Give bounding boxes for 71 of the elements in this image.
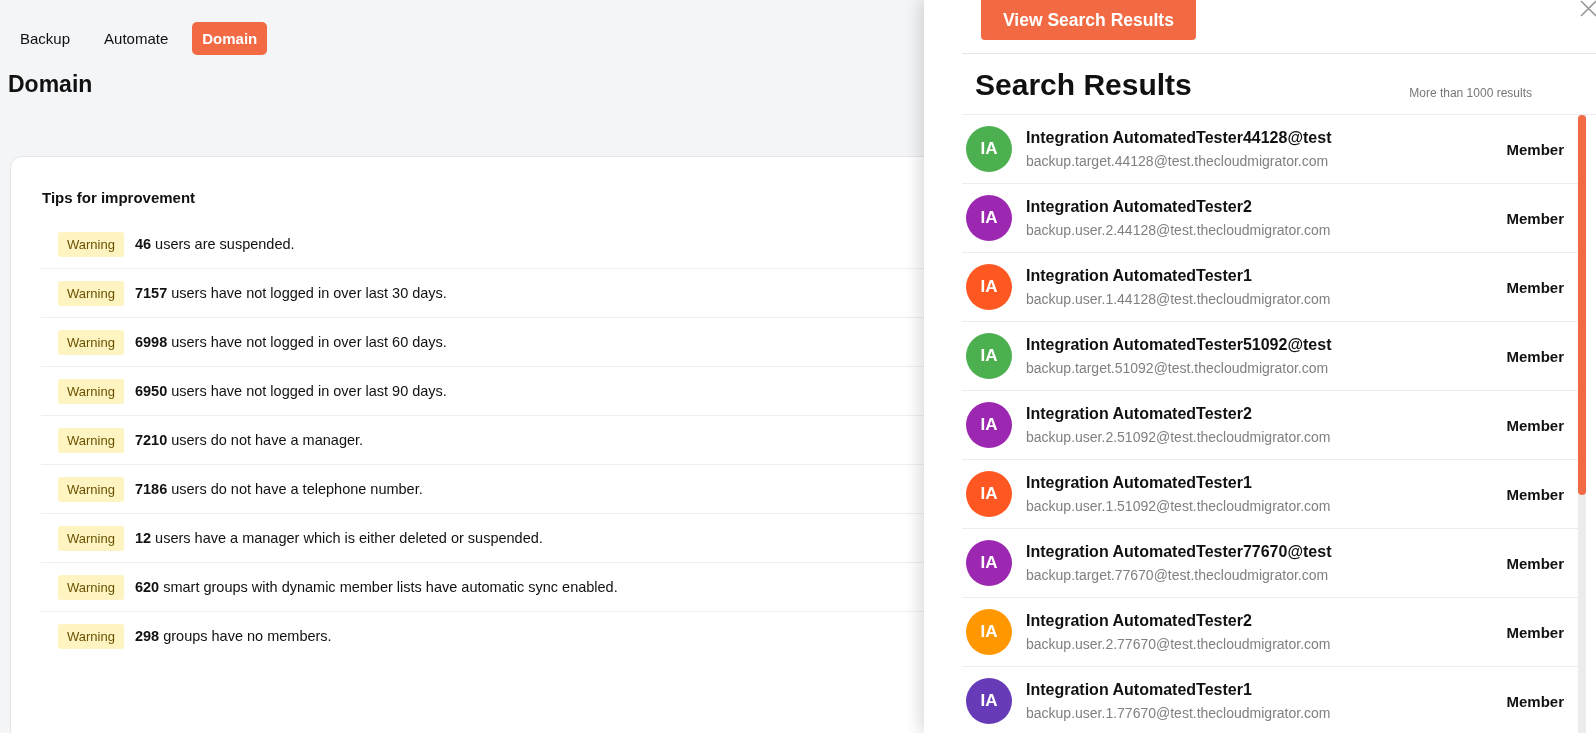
result-row[interactable]: IA Integration AutomatedTester2 backup.user.2.77670@test.thecloudmigrator.com Member (962, 598, 1578, 667)
scrollbar[interactable] (1578, 115, 1586, 733)
result-row[interactable]: IA Integration AutomatedTester2 backup.user.2.44128@test.thecloudmigrator.com Member (962, 184, 1578, 253)
result-email: backup.user.2.77670@test.thecloudmigrator.com (1026, 636, 1332, 652)
tip-text: 6998 users have not logged in over last 60 days. (134, 334, 447, 350)
result-email: backup.target.77670@test.thecloudmigrator.com (1026, 567, 1330, 583)
result-role: Member (1506, 692, 1564, 710)
avatar: IA (966, 264, 1012, 310)
result-role: Member (1506, 140, 1564, 158)
result-row[interactable]: IA Integration AutomatedTester77670@test backup.target.77670@test.thecloudmigrator.com Member (962, 529, 1578, 598)
warning-badge: Warning (58, 574, 124, 600)
result-email: backup.target.44128@test.thecloudmigrator.com (1026, 153, 1330, 169)
result-name: Integration AutomatedTester44128@test (1026, 129, 1333, 147)
avatar: IA (966, 333, 1012, 379)
warning-badge: Warning (58, 623, 124, 649)
result-name: Integration AutomatedTester2 (1026, 198, 1253, 216)
result-role: Member (1506, 485, 1564, 503)
result-email: backup.user.2.44128@test.thecloudmigrator.com (1026, 222, 1332, 238)
result-email: backup.user.1.51092@test.thecloudmigrator.com (1026, 498, 1332, 514)
avatar: IA (966, 195, 1012, 241)
warning-badge: Warning (58, 378, 124, 404)
result-name: Integration AutomatedTester2 (1026, 612, 1253, 630)
close-icon[interactable] (1578, 0, 1596, 18)
result-row[interactable]: IA Integration AutomatedTester44128@test backup.target.44128@test.thecloudmigrator.com Member (962, 115, 1578, 184)
result-email: backup.target.51092@test.thecloudmigrator.com (1026, 360, 1330, 376)
tip-text: 6950 users have not logged in over last 90 days. (134, 383, 447, 399)
result-email: backup.user.1.44128@test.thecloudmigrator.com (1026, 291, 1332, 307)
result-row[interactable]: IA Integration AutomatedTester1 backup.user.1.51092@test.thecloudmigrator.com Member (962, 460, 1578, 529)
nav-tab[interactable]: Backup (10, 22, 81, 55)
result-name: Integration AutomatedTester77670@test (1026, 543, 1333, 561)
warning-badge: Warning (58, 280, 124, 306)
avatar: IA (966, 678, 1012, 724)
result-role: Member (1506, 209, 1564, 227)
warning-badge: Warning (58, 231, 124, 257)
warning-badge: Warning (58, 427, 124, 453)
tip-text: 7157 users have not logged in over last 30 days. (134, 285, 447, 301)
avatar: IA (966, 471, 1012, 517)
result-role: Member (1506, 278, 1564, 296)
tip-text: 12 users have a manager which is either deleted or suspended. (134, 530, 543, 546)
tip-text: 620 smart groups with dynamic member lists have automatic sync enabled. (134, 579, 618, 595)
result-row[interactable]: IA Integration AutomatedTester1 backup.user.1.44128@test.thecloudmigrator.com Member (962, 253, 1578, 322)
nav-tab[interactable]: Automate (94, 22, 179, 55)
result-role: Member (1506, 623, 1564, 641)
result-count: More than 1000 results (1409, 86, 1532, 100)
result-name: Integration AutomatedTester2 (1026, 405, 1253, 423)
tip-text: 298 groups have no members. (134, 628, 332, 644)
warning-badge: Warning (58, 525, 124, 551)
avatar: IA (966, 402, 1012, 448)
result-row[interactable]: IA Integration AutomatedTester1 backup.user.1.77670@test.thecloudmigrator.com Member (962, 667, 1578, 733)
avatar: IA (966, 540, 1012, 586)
result-row[interactable]: IA Integration AutomatedTester51092@test backup.target.51092@test.thecloudmigrator.com Member (962, 322, 1578, 391)
tips-title: Tips for improvement (42, 189, 197, 206)
result-role: Member (1506, 347, 1564, 365)
result-name: Integration AutomatedTester1 (1026, 474, 1253, 492)
result-role: Member (1506, 416, 1564, 434)
result-name: Integration AutomatedTester1 (1026, 267, 1253, 285)
result-name: Integration AutomatedTester51092@test (1026, 336, 1333, 354)
page-title: Domain (8, 71, 94, 98)
tip-text: 7210 users do not have a manager. (134, 432, 364, 448)
warning-badge: Warning (58, 476, 124, 502)
avatar: IA (966, 609, 1012, 655)
warning-badge: Warning (58, 329, 124, 355)
tip-text: 7186 users do not have a telephone number. (134, 481, 423, 497)
avatar: IA (966, 126, 1012, 172)
result-row[interactable]: IA Integration AutomatedTester2 backup.user.2.51092@test.thecloudmigrator.com Member (962, 391, 1578, 460)
drawer-title: Search Results (975, 68, 1192, 102)
result-email: backup.user.2.51092@test.thecloudmigrator.com (1026, 429, 1332, 445)
result-role: Member (1506, 554, 1564, 572)
tip-text: 46 users are suspended. (134, 236, 295, 252)
result-email: backup.user.1.77670@test.thecloudmigrator.com (1026, 705, 1332, 721)
result-name: Integration AutomatedTester1 (1026, 681, 1253, 699)
